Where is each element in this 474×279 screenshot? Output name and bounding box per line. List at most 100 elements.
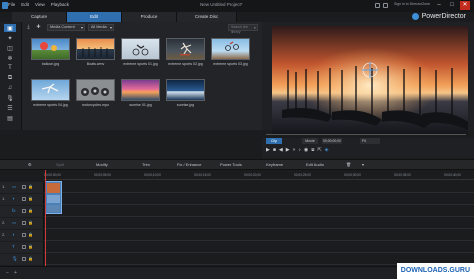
balloon-thumb[interactable] — [31, 38, 70, 60]
lock-icon[interactable]: 🔒 — [28, 244, 33, 249]
track-enable-checkbox[interactable] — [22, 245, 26, 249]
track-header: fx 🔒 — [0, 206, 44, 217]
track-title[interactable]: T 🔒 — [0, 242, 474, 253]
pip-room-icon[interactable]: ◫ — [4, 44, 16, 52]
mode-tabs: Capture Edit Produce Create Disc — [12, 12, 272, 22]
keyframe-button[interactable]: Keyframe — [266, 162, 283, 167]
more-options-icon[interactable]: ▾ — [362, 162, 364, 167]
bmx-thumb[interactable] — [121, 38, 160, 60]
track-enable-checkbox[interactable] — [22, 233, 26, 237]
tab-create-disc[interactable]: Create Disc — [177, 12, 237, 22]
library-search-input[interactable]: Search the library ⌕ — [228, 24, 258, 34]
boats-thumb[interactable] — [76, 38, 115, 60]
track-enable-checkbox[interactable] — [22, 221, 26, 225]
preview-video-frame[interactable] — [272, 26, 468, 134]
edit-audio-button[interactable]: Edit Audio — [306, 162, 324, 167]
lock-icon[interactable]: 🔒 — [28, 232, 33, 237]
audio-mixing-icon[interactable]: ♫ — [4, 84, 16, 92]
play-icon[interactable]: ▶ — [266, 147, 270, 153]
sunrise-thumb[interactable] — [121, 79, 160, 101]
lock-icon[interactable]: 🔒 — [28, 196, 33, 201]
maximize-icon[interactable]: □ — [447, 1, 457, 10]
sunset-thumb[interactable] — [166, 79, 205, 101]
media-room-icon[interactable]: ▣ — [4, 24, 16, 32]
timeline-clip[interactable] — [45, 181, 62, 214]
track-enable-checkbox[interactable] — [22, 209, 26, 213]
settings-icon[interactable] — [375, 3, 380, 8]
prev-frame-icon[interactable]: ◀ — [279, 147, 283, 153]
tools-icon[interactable]: ⚙ — [28, 162, 32, 167]
volume-icon[interactable]: ♪ — [298, 147, 301, 153]
skater-thumb[interactable] — [166, 38, 205, 60]
track-header: T 🔒 — [0, 242, 44, 253]
tick-label: 00;00;40;00 — [444, 173, 461, 177]
menu-view[interactable]: View — [35, 2, 45, 7]
fast-forward-icon[interactable]: » — [293, 147, 296, 153]
track-audio-2[interactable]: 2. ◖ 🔒 — [0, 230, 474, 241]
zoom-icon[interactable]: ◈ — [325, 147, 329, 153]
skydive-thumb[interactable] — [31, 79, 70, 101]
library-filter-dropdown[interactable]: Media Content ▾ — [47, 23, 85, 31]
track-enable-checkbox[interactable] — [22, 257, 26, 261]
track-audio-1[interactable]: 1. ◖ 🔒 — [0, 194, 474, 205]
undock-icon[interactable]: ⇱ — [317, 147, 321, 153]
import-icon[interactable]: ⤓ — [25, 24, 32, 30]
timeline-ruler[interactable]: 00;00;00;00 00;00;05;00 00;00;10;00 00;0… — [44, 173, 474, 180]
timecode-display[interactable]: 00;00;00;00 — [322, 138, 342, 144]
preview-scrubber[interactable] — [266, 134, 466, 135]
lock-icon[interactable]: 🔒 — [28, 208, 33, 213]
media-type-dropdown[interactable]: All Media ▾ — [88, 23, 114, 31]
tab-edit[interactable]: Edit — [67, 12, 122, 22]
menu-playback[interactable]: Playback — [51, 2, 69, 7]
lock-icon[interactable]: 🔒 — [28, 184, 33, 189]
stop-icon[interactable]: ■ — [273, 147, 276, 153]
fit-value: Fit — [362, 139, 366, 143]
voice-over-icon[interactable]: 🎙 — [4, 94, 16, 102]
subtitle-room-icon[interactable]: ▤ — [4, 114, 16, 122]
trim-button[interactable]: Trim — [142, 162, 150, 167]
next-frame-icon[interactable]: ▶ — [286, 147, 290, 153]
lock-icon[interactable]: 🔒 — [28, 220, 33, 225]
minimize-icon[interactable]: – — [434, 1, 444, 10]
track-enable-checkbox[interactable] — [22, 197, 26, 201]
plugin-icon[interactable]: ✚ — [35, 24, 42, 30]
menu-file[interactable]: File — [8, 2, 15, 7]
particle-room-icon[interactable]: ❄ — [4, 54, 16, 62]
track-video-2[interactable]: 2. ▭ 🔒 — [0, 218, 474, 229]
zoom-out-icon[interactable]: − — [6, 270, 9, 276]
tab-produce[interactable]: Produce — [122, 12, 177, 22]
transition-room-icon[interactable]: ⧉ — [4, 74, 16, 82]
effect-room-icon[interactable]: ✦ — [4, 34, 16, 42]
snapshot-icon[interactable]: ◉ — [304, 147, 308, 153]
tick-label: 00;00;25;00 — [294, 173, 311, 177]
tab-clip[interactable]: Clip — [266, 138, 282, 144]
power-tools-button[interactable]: Power Tools — [220, 162, 242, 167]
3d-icon[interactable]: ⧈ — [311, 147, 314, 153]
tab-movie[interactable]: Movie — [302, 138, 318, 144]
bike-jump-thumb[interactable] — [211, 38, 250, 60]
thumb-caption: extreme sports 04.jpg — [33, 103, 68, 107]
help-icon[interactable] — [383, 3, 388, 8]
thumb-caption: extreme sports 03.jpg — [213, 62, 248, 66]
tab-capture[interactable]: Capture — [12, 12, 67, 22]
track-video-1[interactable]: 1. ▭ 🔒 — [0, 182, 474, 193]
chapter-room-icon[interactable]: ☰ — [4, 104, 16, 112]
tick-label: 00;00;15;00 — [194, 173, 211, 177]
fit-dropdown[interactable]: Fit — [360, 138, 380, 144]
fix-enhance-button[interactable]: Fix / Enhance — [177, 162, 201, 167]
lock-icon[interactable]: 🔒 — [28, 256, 33, 261]
playhead[interactable] — [45, 170, 46, 266]
track-fx[interactable]: fx 🔒 — [0, 206, 474, 217]
motorcycles-thumb[interactable] — [76, 79, 115, 101]
timeline: 00;00;00;00 00;00;05;00 00;00;10;00 00;0… — [0, 170, 474, 266]
menu-edit[interactable]: Edit — [21, 2, 29, 7]
split-button[interactable]: Split — [56, 162, 64, 167]
sign-in-link[interactable]: Sign In to DirectorZone — [394, 2, 430, 6]
track-enable-checkbox[interactable] — [22, 185, 26, 189]
zoom-in-icon[interactable]: + — [14, 270, 17, 276]
close-icon[interactable]: ✕ — [460, 1, 470, 10]
menu-bar: File Edit View Playback — [8, 2, 69, 7]
modify-button[interactable]: Modify — [96, 162, 108, 167]
delete-icon[interactable]: 🗑 — [346, 162, 351, 167]
title-room-icon[interactable]: T — [4, 64, 16, 72]
